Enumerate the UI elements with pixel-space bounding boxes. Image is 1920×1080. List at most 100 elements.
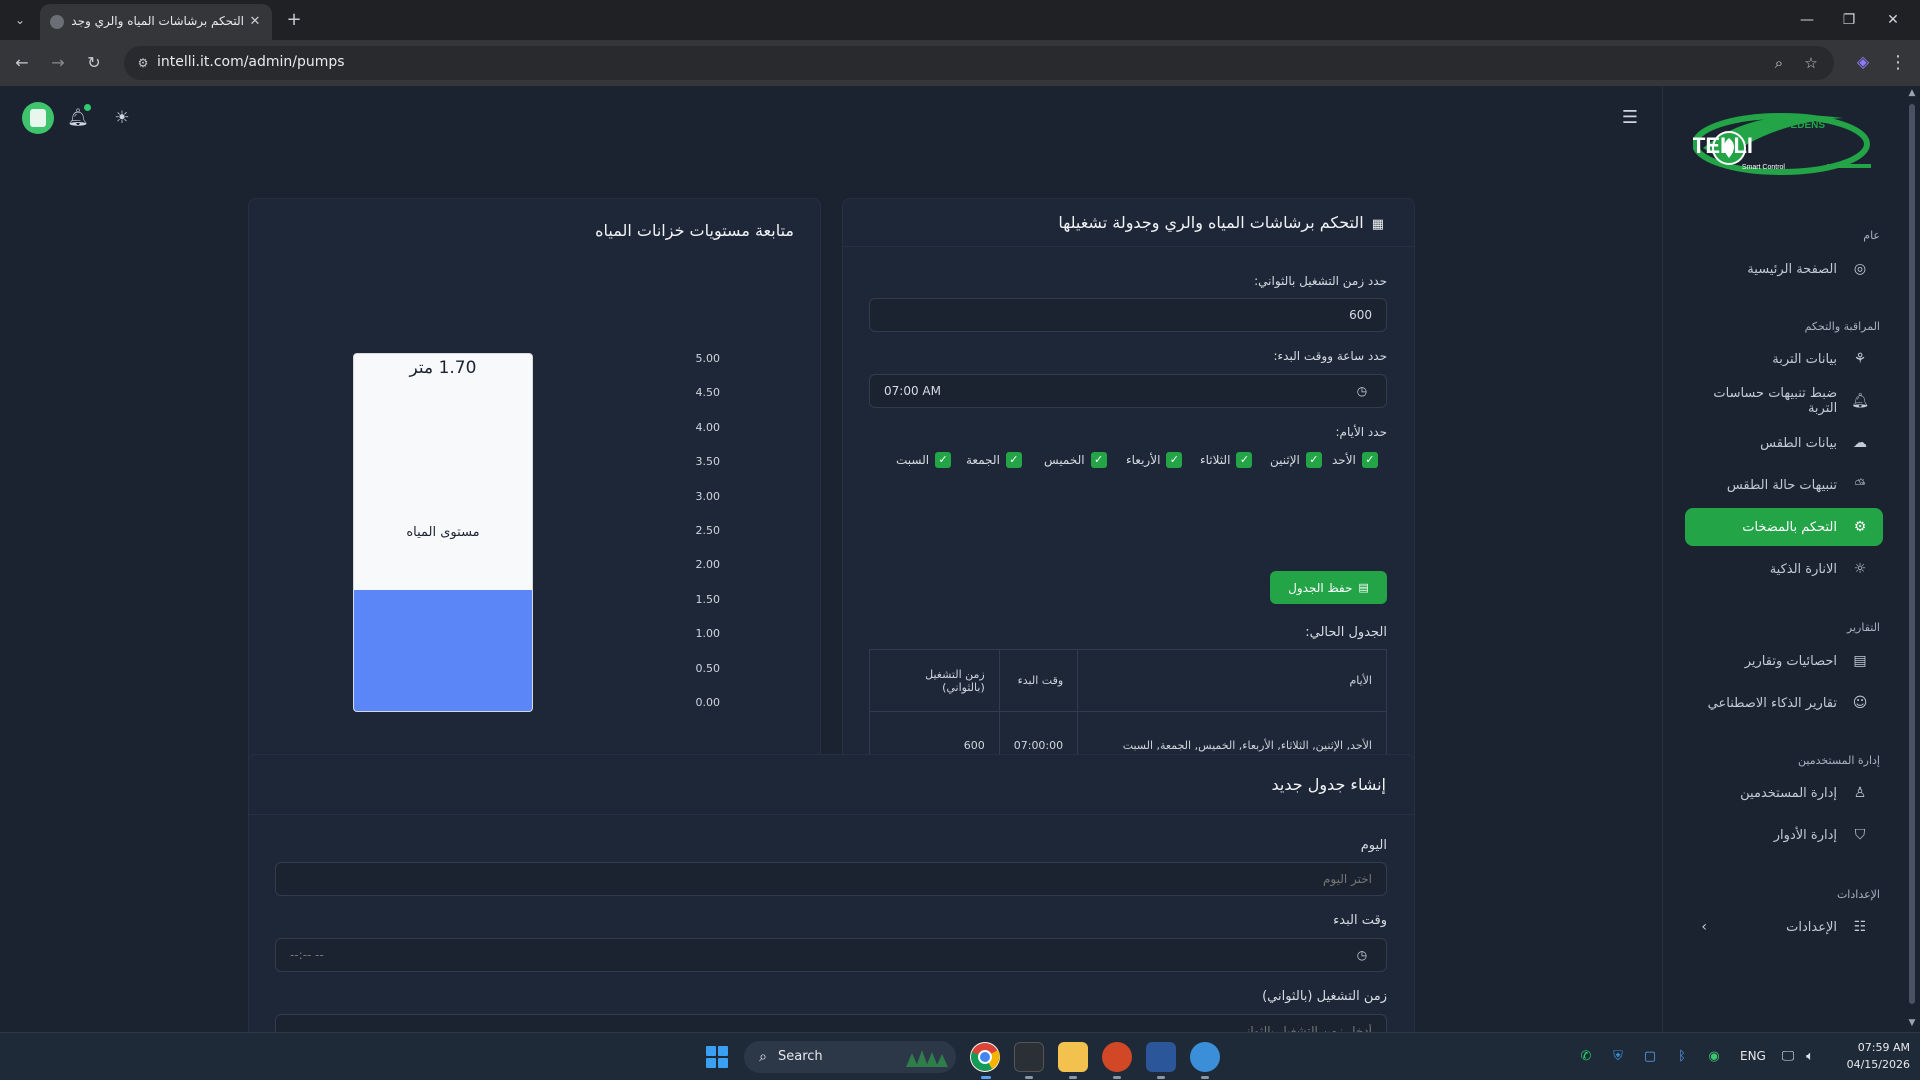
- taskbar-search[interactable]: ⌕ Search: [744, 1041, 956, 1073]
- zoom-icon[interactable]: ⌕: [1769, 53, 1789, 73]
- sidebar-item-users[interactable]: ♙ إدارة المستخدمين: [1685, 774, 1883, 812]
- tray-app-icon[interactable]: ▢: [1640, 1047, 1660, 1067]
- tab-favicon-icon: [50, 15, 64, 29]
- new-tab-icon[interactable]: +: [282, 8, 306, 32]
- network-icon[interactable]: 🖵︎: [1778, 1047, 1798, 1067]
- window-restore-icon[interactable]: ❐: [1834, 8, 1864, 32]
- start-time-input[interactable]: [869, 374, 1387, 408]
- day-checkbox-saturday[interactable]: ✓ السبت: [896, 450, 952, 470]
- back-arrow-icon[interactable]: ←: [10, 51, 34, 75]
- day-label: الثلاثاء: [1200, 453, 1231, 467]
- windows-start-icon[interactable]: [706, 1046, 728, 1068]
- day-checkbox-thursday[interactable]: ✓ الخميس: [1044, 450, 1107, 470]
- reload-icon[interactable]: ↻: [82, 51, 106, 75]
- days-label: حدد الأيام:: [1335, 425, 1387, 439]
- day-checkbox-wednesday[interactable]: ✓ الأربعاء: [1126, 450, 1183, 470]
- word-icon[interactable]: [1146, 1042, 1176, 1072]
- y-axis-tick-label: 3.50: [695, 455, 721, 469]
- site-info-icon[interactable]: ⚙: [134, 54, 152, 72]
- bluetooth-icon[interactable]: ᛒ: [1672, 1047, 1692, 1067]
- maps-app-icon[interactable]: [1190, 1042, 1220, 1072]
- address-bar[interactable]: ⚙ intelli.it.com/admin/pumps ⌕ ☆: [124, 46, 1834, 80]
- settings-icon: ☷: [1853, 919, 1867, 935]
- checkbox-check-icon[interactable]: ✓: [1166, 452, 1183, 468]
- intelli-logo[interactable]: INTELLI EDENS Smart Control: [1693, 108, 1873, 180]
- y-axis-tick-label: 0.50: [695, 661, 721, 675]
- defender-icon[interactable]: ⛨: [1608, 1047, 1628, 1067]
- browser-menu-icon[interactable]: ⋮: [1888, 51, 1908, 75]
- menu-icon[interactable]: ☰: [1618, 108, 1642, 128]
- taskbar-date[interactable]: 04/15/2026: [1840, 1058, 1910, 1071]
- sidebar-item-soil-alerts[interactable]: 🔔︎ ضبط تنبيهات حساسات التربة: [1685, 382, 1883, 420]
- sidebar-item-weather-alerts[interactable]: ⛅︎ تنبيهات حالة الطقس: [1685, 466, 1883, 504]
- volume-icon[interactable]: 🔈︎: [1800, 1047, 1820, 1067]
- checkbox-check-icon[interactable]: ✓: [1236, 452, 1253, 468]
- scroll-down-icon[interactable]: ▼: [1906, 1018, 1918, 1030]
- file-explorer-icon[interactable]: [1058, 1042, 1088, 1072]
- app-topbar: 🔔︎ ☀︎ ☰: [0, 86, 1662, 150]
- url-text[interactable]: intelli.it.com/admin/pumps: [157, 54, 345, 70]
- save-schedule-button[interactable]: ▤ حفظ الجدول: [1270, 571, 1387, 604]
- day-checkbox-tuesday[interactable]: ✓ الثلاثاء: [1200, 450, 1253, 470]
- scroll-up-icon[interactable]: ▲: [1906, 88, 1918, 100]
- tank-level-card: متابعة مستويات خزانات المياه: [248, 198, 821, 821]
- cloud-icon: ☁︎: [1853, 435, 1867, 451]
- window-close-icon[interactable]: ✕: [1878, 8, 1908, 32]
- whatsapp-icon[interactable]: ✆: [1576, 1047, 1596, 1067]
- browser-tabbar: ⌄ التحكم برشاشات المياه والري وجدو ✕ + —…: [0, 0, 1920, 40]
- day-checkbox-friday[interactable]: ✓ الجمعة: [966, 450, 1022, 470]
- checkbox-check-icon[interactable]: ✓: [1005, 452, 1022, 468]
- scrollbar-thumb[interactable]: [1909, 104, 1915, 1004]
- shield-icon: ⛉: [1854, 827, 1866, 843]
- clock-icon[interactable]: ◷: [1355, 948, 1369, 962]
- card-title: ▦ التحكم برشاشات المياه والري وجدولة تشغي…: [1058, 213, 1384, 232]
- language-indicator[interactable]: ENG: [1740, 1049, 1766, 1063]
- search-highlight-icon: [906, 1050, 948, 1067]
- robot-icon: ☺: [1852, 695, 1868, 711]
- chrome-app-icon[interactable]: [970, 1042, 1000, 1072]
- tank-bar: 1.70 متر مستوى المياه: [353, 353, 533, 712]
- extension-icon[interactable]: ◈: [1852, 52, 1874, 74]
- tab-search-chevron-icon[interactable]: ⌄: [8, 8, 32, 32]
- sidebar-item-settings[interactable]: ☷ الإعدادات: [1685, 908, 1883, 946]
- bulb-icon: ☼: [1853, 561, 1867, 577]
- sidebar-item-ai-reports[interactable]: ☺ تقارير الذكاء الاصطناعي: [1685, 684, 1883, 722]
- new-duration-input[interactable]: [275, 1014, 1387, 1032]
- tab-close-icon[interactable]: ✕: [246, 13, 264, 31]
- new-start-time-label: وقت البدء: [1333, 913, 1387, 928]
- table-header-row: الأيام وقت البدء زمن التشغيل (بالثواني): [869, 649, 1387, 712]
- sidebar-item-home[interactable]: ◎ الصفحة الرئيسية: [1685, 250, 1883, 288]
- security-icon[interactable]: ◉: [1704, 1047, 1724, 1067]
- sidebar-item-roles[interactable]: ⛉ إدارة الأدوار: [1685, 816, 1883, 854]
- window-minimize-icon[interactable]: —: [1792, 8, 1822, 32]
- bookmark-star-icon[interactable]: ☆: [1801, 53, 1821, 73]
- sidebar-item-weather-data[interactable]: ☁︎ بيانات الطقس: [1685, 424, 1883, 462]
- duration-input[interactable]: [869, 298, 1387, 332]
- checkbox-check-icon[interactable]: ✓: [1305, 452, 1322, 468]
- sidebar-item-pumps[interactable]: ⚙ التحكم بالمضخات: [1685, 508, 1883, 546]
- checkbox-check-icon[interactable]: ✓: [1361, 452, 1378, 468]
- section-user-management: إدارة المستخدمين: [1798, 754, 1880, 767]
- checkbox-check-icon[interactable]: ✓: [935, 452, 952, 468]
- day-checkbox-monday[interactable]: ✓ الإثنين: [1270, 450, 1322, 470]
- sidebar-item-statistics[interactable]: ▤ احصائيات وتقارير: [1685, 642, 1883, 680]
- sidebar-item-smart-lighting[interactable]: ☼ الانارة الذكية: [1685, 550, 1883, 588]
- avatar[interactable]: [22, 102, 54, 134]
- y-axis-tick-label: 4.50: [695, 386, 721, 400]
- day-select[interactable]: [275, 862, 1387, 896]
- camera-app-icon[interactable]: [1014, 1042, 1044, 1072]
- day-checkbox-sunday[interactable]: ✓ الأحد: [1332, 450, 1378, 470]
- sun-icon[interactable]: ☀︎: [110, 106, 134, 130]
- sidebar-item-soil-data[interactable]: ⚘ بيانات التربة: [1685, 340, 1883, 378]
- new-start-time-input[interactable]: [275, 938, 1387, 972]
- browser-tab-active[interactable]: التحكم برشاشات المياه والري وجدو ✕: [40, 4, 272, 40]
- powerpoint-icon[interactable]: [1102, 1042, 1132, 1072]
- checkbox-check-icon[interactable]: ✓: [1090, 452, 1107, 468]
- clock-icon[interactable]: ◷: [1355, 384, 1369, 398]
- forward-arrow-icon[interactable]: →: [46, 51, 70, 75]
- sidebar-item-label: تنبيهات حالة الطقس: [1726, 477, 1837, 493]
- taskbar-time[interactable]: 07:59 AM: [1840, 1041, 1910, 1054]
- chevron-right-icon[interactable]: ›: [1693, 920, 1707, 934]
- sidebar-item-label: تقارير الذكاء الاصطناعي: [1707, 695, 1837, 711]
- app-indicator: [1069, 1076, 1077, 1079]
